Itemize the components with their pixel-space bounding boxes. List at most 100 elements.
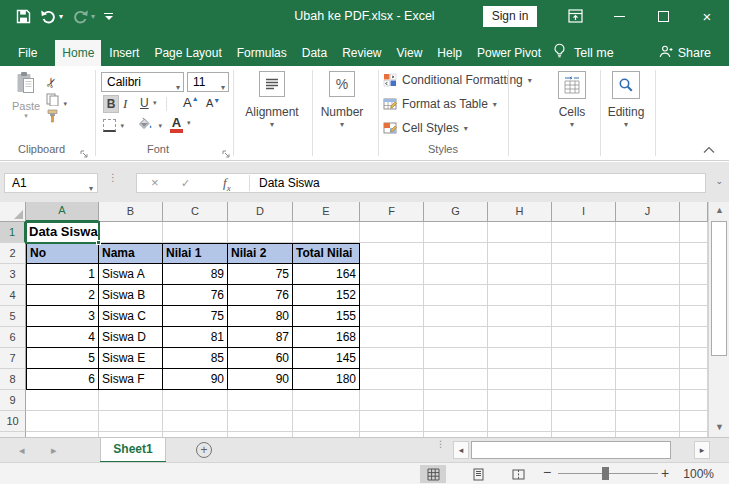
column-header-C[interactable]: C [163,202,228,222]
cell-I7[interactable] [552,348,616,369]
new-sheet-button[interactable]: + [196,442,212,458]
horizontal-scroll-thumb[interactable] [471,441,671,459]
cell-F6[interactable] [360,327,424,348]
cell-I4[interactable] [552,285,616,306]
cell-B7[interactable]: Siswa E [99,348,163,369]
cells-icon[interactable] [558,71,586,99]
cell-K4[interactable] [680,285,708,306]
cell-G4[interactable] [424,285,488,306]
cell-styles-button[interactable]: Cell Styles▾ [383,120,468,136]
alignment-icon[interactable] [259,71,285,97]
column-header-A[interactable]: A [26,202,99,222]
sign-in-button[interactable]: Sign in [483,6,537,27]
font-dialog-launcher-icon[interactable] [222,145,232,155]
scroll-down-icon[interactable]: ▼ [709,419,729,436]
tab-review[interactable]: Review [335,40,388,66]
cell-H5[interactable] [488,306,552,327]
zoom-percentage[interactable]: 100% [682,467,714,481]
cell-C7[interactable]: 85 [163,348,228,369]
number-group-button[interactable]: Number [312,105,372,119]
cell-G7[interactable] [424,348,488,369]
copy-icon[interactable]: ▾ [46,92,67,110]
sheet-tab-sheet1[interactable]: Sheet1 [100,438,166,461]
format-as-table-button[interactable]: Format as Table▾ [383,96,497,112]
tab-page-layout[interactable]: Page Layout [147,40,228,66]
cell-F10[interactable] [360,411,424,432]
zoom-in-icon[interactable]: + [661,465,669,481]
scroll-right-icon[interactable]: ▸ [694,441,710,459]
column-header-E[interactable]: E [293,202,360,222]
cell-D5[interactable]: 80 [228,306,293,327]
editing-group-button[interactable]: Editing [598,105,654,119]
cell-K8[interactable] [680,369,708,390]
scroll-up-icon[interactable]: ▲ [709,202,729,219]
cell-J3[interactable] [616,264,680,285]
cell-J4[interactable] [616,285,680,306]
cell-D6[interactable]: 87 [228,327,293,348]
clipboard-dialog-launcher-icon[interactable] [80,145,90,155]
tab-insert[interactable]: Insert [102,40,146,66]
cell-J2[interactable] [616,243,680,264]
row-header-1[interactable]: 1 [0,222,26,243]
column-header-B[interactable]: B [99,202,163,222]
cell-H2[interactable] [488,243,552,264]
column-header-F[interactable]: F [360,202,424,222]
row-header-7[interactable]: 7 [0,348,26,369]
cell-F5[interactable] [360,306,424,327]
cell-B9[interactable] [99,390,163,411]
cell-H8[interactable] [488,369,552,390]
cell-A8[interactable]: 6 [26,369,99,390]
cell-E10[interactable] [293,411,360,432]
tab-file[interactable]: File [6,40,49,66]
cell-A4[interactable]: 2 [26,285,99,306]
number-format-icon[interactable]: % [329,71,355,97]
cell-B5[interactable]: Siswa C [99,306,163,327]
cell-A5[interactable]: 3 [26,306,99,327]
cut-icon[interactable]: ✂ [46,73,57,91]
select-all-corner[interactable] [0,202,26,222]
cell-C6[interactable]: 81 [163,327,228,348]
cell-J10[interactable] [616,411,680,432]
page-layout-view-icon[interactable] [465,465,491,483]
underline-dropdown[interactable]: ▾ [153,99,157,107]
cell-J1[interactable] [616,222,680,243]
cell-G8[interactable] [424,369,488,390]
cancel-icon[interactable]: × [151,174,159,192]
cell-K10[interactable] [680,411,708,432]
decrease-font-size-button[interactable]: A▼ [206,97,220,109]
italic-button[interactable]: I [123,96,127,112]
row-header-4[interactable]: 4 [0,285,26,306]
cell-E9[interactable] [293,390,360,411]
cell-E5[interactable]: 155 [293,306,360,327]
cell-C10[interactable] [163,411,228,432]
cell-H10[interactable] [488,411,552,432]
tell-me-label[interactable]: Tell me [574,46,614,60]
borders-button[interactable]: ▾ [103,118,124,136]
conditional-formatting-button[interactable]: Conditional Formatting▾ [383,72,532,88]
cell-B6[interactable]: Siswa D [99,327,163,348]
cell-C2[interactable]: Nilai 1 [163,243,228,264]
cell-I9[interactable] [552,390,616,411]
cell-I10[interactable] [552,411,616,432]
row-header-10[interactable]: 10 [0,411,26,432]
cells-group-button[interactable]: Cells [546,105,598,119]
cell-E1[interactable] [293,222,360,243]
cell-K2[interactable] [680,243,708,264]
vertical-scrollbar[interactable]: ▲ ▼ [708,202,729,437]
cell-F4[interactable] [360,285,424,306]
formula-input-area[interactable]: × ✓ fx Data Siswa [136,173,706,193]
column-header-I[interactable]: I [552,202,616,222]
tab-formulas[interactable]: Formulas [230,40,294,66]
column-header-D[interactable]: D [228,202,293,222]
expand-formula-bar-icon[interactable]: ⌄ [715,176,723,186]
close-button[interactable]: × [685,0,729,32]
cell-D8[interactable]: 90 [228,369,293,390]
cell-B4[interactable]: Siswa B [99,285,163,306]
cell-J8[interactable] [616,369,680,390]
cell-J9[interactable] [616,390,680,411]
cell-D9[interactable] [228,390,293,411]
cell-C1[interactable] [163,222,228,243]
cell-I1[interactable] [552,222,616,243]
cell-G5[interactable] [424,306,488,327]
cell-H3[interactable] [488,264,552,285]
